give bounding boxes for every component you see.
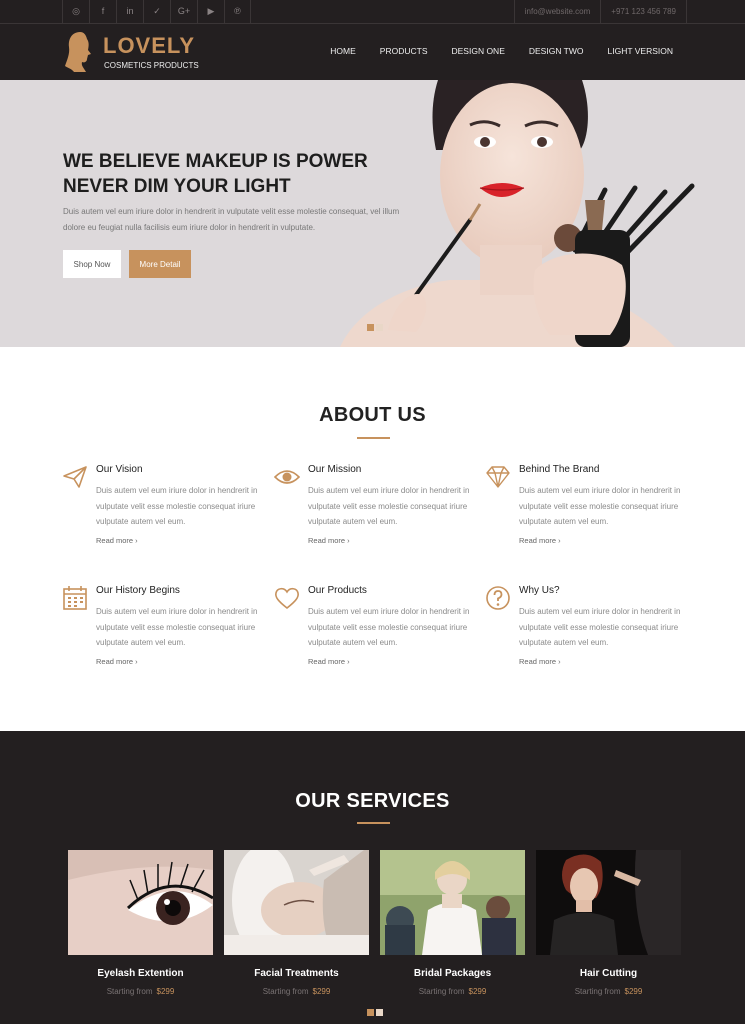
service-card-bridal[interactable]: Bridal Packages Starting from $299 (380, 850, 525, 996)
hero-title-line-1: WE BELIEVE MAKEUP IS POWER (63, 151, 368, 172)
facial-treatment-image (224, 845, 369, 955)
hero-title-line-2: NEVER DIM YOUR LIGHT (63, 176, 291, 197)
heart-icon (275, 587, 299, 610)
hero-slider-dots (367, 324, 383, 331)
service-name: Hair Cutting (579, 968, 638, 979)
service-card-facial[interactable]: Facial Treatments Starting from $299 (224, 845, 369, 996)
price-value: $299 (468, 987, 487, 996)
price-value: $299 (312, 987, 331, 996)
read-more-link[interactable]: Read more › (96, 657, 138, 666)
service-price-line: Starting from $299 (224, 987, 369, 996)
services-title-underline (357, 822, 390, 824)
service-card-eyelash[interactable]: Eyelash Extention Starting from $299 (68, 850, 214, 996)
top-bar: ◎ f in ✓ G+ ▶ ℗ info@website.com +971 12… (0, 0, 745, 24)
price-label: Starting from (106, 987, 153, 996)
hair-cutting-image (536, 850, 681, 955)
feature-title: Our History Begins (96, 585, 180, 596)
services-slider-dots (367, 1009, 383, 1016)
question-icon (486, 586, 510, 610)
read-more-link[interactable]: Read more › (308, 536, 350, 545)
about-section: ABOUT US Our Vision Duis autem vel eum i… (0, 347, 745, 731)
slider-dot[interactable] (376, 1009, 383, 1016)
shop-now-button[interactable]: Shop Now (63, 250, 121, 278)
instagram-icon[interactable]: ◎ (62, 0, 89, 24)
google-plus-icon[interactable]: G+ (170, 0, 197, 24)
feature-title: Behind The Brand (519, 464, 600, 475)
social-links: ◎ f in ✓ G+ ▶ ℗ (62, 0, 251, 24)
eyelash-image (68, 850, 214, 955)
price-value: $299 (156, 987, 175, 996)
hero-title: WE BELIEVE MAKEUP IS POWER NEVER DIM YOU… (63, 149, 423, 199)
pinterest-icon[interactable]: ℗ (224, 0, 251, 24)
slider-dot-active[interactable] (367, 324, 374, 331)
slider-dot-active[interactable] (367, 1009, 374, 1016)
linkedin-icon[interactable]: in (116, 0, 143, 24)
feature-text: Duis autem vel eum iriure dolor in hendr… (308, 486, 470, 526)
facebook-icon[interactable]: f (89, 0, 116, 24)
paper-plane-icon (63, 466, 87, 488)
nav-products[interactable]: PRODUCTS (380, 44, 428, 58)
nav-light-version[interactable]: LIGHT VERSION (608, 44, 674, 58)
service-name: Facial Treatments (254, 968, 339, 979)
price-value: $299 (624, 987, 643, 996)
price-label: Starting from (262, 987, 309, 996)
eye-icon (274, 470, 300, 484)
read-more-link[interactable]: Read more › (308, 657, 350, 666)
read-more-link[interactable]: Read more › (519, 657, 561, 666)
price-label: Starting from (574, 987, 621, 996)
read-more-link[interactable]: Read more › (519, 536, 561, 545)
brand-name[interactable]: LOVELY (103, 34, 195, 58)
slider-dot[interactable] (376, 324, 383, 331)
more-detail-button[interactable]: More Detail (129, 250, 191, 278)
youtube-icon[interactable]: ▶ (197, 0, 224, 24)
hero-description: Duis autem vel eum iriure dolor in hendr… (63, 207, 400, 232)
service-card-hair[interactable]: Hair Cutting Starting from $299 (536, 850, 681, 996)
feature-text: Duis autem vel eum iriure dolor in hendr… (96, 486, 258, 526)
feature-title: Our Products (308, 585, 367, 596)
feature-text: Duis autem vel eum iriure dolor in hendr… (519, 607, 681, 647)
woman-silhouette-logo-icon[interactable] (64, 30, 100, 74)
service-price-line: Starting from $299 (380, 987, 525, 996)
read-more-link[interactable]: Read more › (96, 536, 138, 545)
diamond-icon (486, 466, 510, 488)
about-title-underline (357, 437, 390, 439)
brand-tagline: COSMETICS PRODUCTS (104, 61, 199, 70)
service-name: Bridal Packages (413, 968, 492, 979)
email-link[interactable]: info@website.com (513, 0, 600, 24)
bridal-image (380, 850, 525, 955)
service-price-line: Starting from $299 (536, 987, 681, 996)
feature-title: Our Mission (308, 464, 362, 475)
price-label: Starting from (418, 987, 465, 996)
services-section: OUR SERVICES Eyelash Extention Starting … (0, 731, 745, 1024)
phone-link[interactable]: +971 123 456 789 (600, 0, 687, 24)
calendar-icon (63, 586, 87, 610)
services-title: OUR SERVICES (295, 790, 450, 812)
service-price-line: Starting from $299 (68, 987, 213, 996)
feature-text: Duis autem vel eum iriure dolor in hendr… (308, 607, 470, 647)
main-menu: HOME PRODUCTS DESIGN ONE DESIGN TWO LIGH… (330, 44, 673, 58)
nav-design-two[interactable]: DESIGN TWO (529, 44, 584, 58)
feature-title: Why Us? (519, 585, 560, 596)
hero-banner: WE BELIEVE MAKEUP IS POWER NEVER DIM YOU… (0, 80, 745, 347)
nav-design-one[interactable]: DESIGN ONE (452, 44, 505, 58)
nav-home[interactable]: HOME (330, 44, 356, 58)
twitter-icon[interactable]: ✓ (143, 0, 170, 24)
contact-info: info@website.com +971 123 456 789 (513, 0, 687, 24)
feature-text: Duis autem vel eum iriure dolor in hendr… (96, 607, 258, 647)
feature-title: Our Vision (96, 464, 143, 475)
feature-text: Duis autem vel eum iriure dolor in hendr… (519, 486, 681, 526)
about-title: ABOUT US (319, 404, 426, 426)
service-name: Eyelash Extention (97, 968, 184, 979)
